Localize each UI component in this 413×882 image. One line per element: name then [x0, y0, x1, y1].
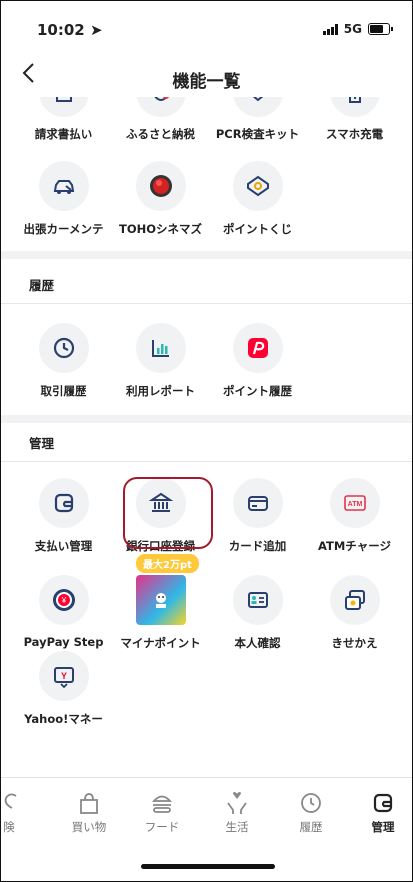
- svg-text:¥: ¥: [60, 596, 66, 605]
- feature-invoice-pay[interactable]: 請求書払い: [15, 97, 112, 142]
- page-title: 機能一覧: [172, 72, 241, 92]
- feature-paypay-step[interactable]: ¥ PayPay Step: [15, 575, 112, 651]
- life-hands-icon: [227, 792, 247, 814]
- highlight-box: [123, 477, 213, 549]
- myna-point-logo: [135, 575, 186, 625]
- id-card-icon: [232, 575, 283, 625]
- shopping-bag-icon: [80, 793, 98, 814]
- tab-label: 履歴: [299, 820, 323, 834]
- tab-label: 険: [3, 820, 15, 834]
- feature-usage-report[interactable]: 利用レポート: [112, 323, 209, 399]
- feature-label: TOHOシネマズ: [118, 222, 203, 236]
- wallet-icon: [38, 478, 89, 528]
- feature-add-card[interactable]: カード追加: [209, 478, 306, 554]
- feature-toho-cinemas[interactable]: TOHOシネマズ: [112, 161, 209, 237]
- feature-furusato-tax[interactable]: ふるさと納税: [112, 97, 209, 142]
- feature-label: 出張カーメンテ: [23, 222, 104, 236]
- feature-identity-verify[interactable]: 本人確認: [209, 575, 306, 651]
- theme-icon: [329, 575, 380, 625]
- furusato-icon: [135, 97, 186, 117]
- feature-label: 請求書払い: [34, 127, 93, 141]
- feature-label: 支払い管理: [34, 539, 93, 553]
- section-separator: [1, 415, 412, 423]
- tab-label: フード: [144, 820, 180, 834]
- paypay-logo-icon: [232, 323, 283, 373]
- invoice-icon: [38, 97, 89, 117]
- phone-screen: 10:02 ➤ 5G 機能一覧 請求書払い ふるさと納税 PCR検査キット スマ…: [0, 0, 413, 882]
- feature-point-history[interactable]: ポイント履歴: [209, 323, 306, 399]
- feature-label: 利用レポート: [126, 384, 195, 398]
- feature-label: PCR検査キット: [215, 127, 300, 141]
- feature-theme-change[interactable]: きせかえ: [306, 575, 403, 651]
- pcr-kit-icon: [232, 97, 283, 117]
- feature-label: 取引履歴: [40, 384, 87, 398]
- divider: [1, 303, 412, 304]
- toho-cinemas-logo: [135, 161, 186, 211]
- feature-yahoo-money[interactable]: Y Yahoo!マネー: [15, 651, 112, 727]
- history-clock-icon: [38, 323, 89, 373]
- promo-badge: 最大2万pt: [136, 554, 199, 573]
- feature-label: マイナポイント: [120, 636, 201, 650]
- feature-label: ふるさと納税: [126, 127, 195, 141]
- tab-label: 買い物: [71, 820, 107, 834]
- feature-label: ATMチャージ: [318, 539, 391, 553]
- feature-label: Yahoo!マネー: [24, 712, 103, 726]
- feature-label: カード追加: [228, 539, 287, 553]
- tab-label: 管理: [371, 820, 395, 834]
- paypay-step-icon: ¥: [38, 575, 89, 625]
- feature-label: 本人確認: [234, 636, 281, 650]
- feature-transaction-history[interactable]: 取引履歴: [15, 323, 112, 399]
- burger-icon: [151, 795, 173, 813]
- tab-history[interactable]: 履歴: [281, 790, 341, 835]
- car-wrench-icon: [38, 161, 89, 211]
- feature-label: ポイント履歴: [223, 384, 292, 398]
- section-title-history: 履歴: [29, 278, 55, 293]
- lottery-icon: [232, 161, 283, 211]
- feature-pcr-kit[interactable]: PCR検査キット: [209, 97, 306, 142]
- tab-insurance[interactable]: 険: [1, 790, 39, 835]
- atm-icon-text: ATM: [347, 501, 362, 508]
- feature-list: 請求書払い ふるさと納税 PCR検査キット スマホ充電 出張カーメンテ TOHO…: [1, 97, 412, 777]
- tab-manage[interactable]: 管理: [353, 790, 412, 835]
- wallet-icon: [373, 793, 393, 813]
- feature-point-lottery[interactable]: ポイントくじ: [209, 161, 306, 237]
- feature-label: スマホ充電: [325, 127, 384, 141]
- feature-label: きせかえ: [331, 636, 378, 650]
- feature-phone-charge[interactable]: スマホ充電: [306, 97, 403, 142]
- tab-food[interactable]: フード: [132, 790, 192, 835]
- signal-icon: [322, 23, 338, 35]
- bar-chart-icon: [135, 323, 186, 373]
- yahoo-money-icon: Y: [38, 651, 89, 701]
- feature-payment-manage[interactable]: 支払い管理: [15, 478, 112, 554]
- feature-label: PayPay Step: [23, 635, 104, 649]
- bottom-tab-bar: 険 買い物 フード 生活 履歴 管理: [1, 777, 412, 881]
- feature-label: ポイントくじ: [223, 222, 292, 236]
- section-separator: [1, 251, 412, 259]
- home-indicator[interactable]: [141, 864, 275, 869]
- feature-atm-charge[interactable]: ATM ATMチャージ: [306, 478, 403, 554]
- navigation-bar: 機能一覧: [1, 51, 412, 99]
- battery-icon: [368, 23, 393, 35]
- insurance-icon: [4, 793, 17, 809]
- feature-car-maintenance[interactable]: 出張カーメンテ: [15, 161, 112, 237]
- feature-myna-point[interactable]: マイナポイント: [112, 575, 209, 651]
- svg-text:Y: Y: [60, 671, 66, 681]
- status-bar: 10:02 ➤ 5G: [1, 1, 412, 49]
- tab-label: 生活: [225, 820, 249, 834]
- atm-icon: ATM: [329, 478, 380, 528]
- tab-life[interactable]: 生活: [207, 790, 267, 835]
- battery-charge-icon: [329, 97, 380, 117]
- divider: [1, 461, 412, 462]
- location-arrow-icon: ➤: [89, 21, 103, 39]
- network-type: 5G: [343, 22, 362, 36]
- status-time: 10:02 ➤: [37, 21, 103, 39]
- section-title-manage: 管理: [29, 436, 55, 451]
- tab-shopping[interactable]: 買い物: [59, 790, 119, 835]
- clock-icon: [301, 793, 321, 813]
- credit-card-icon: [232, 478, 283, 528]
